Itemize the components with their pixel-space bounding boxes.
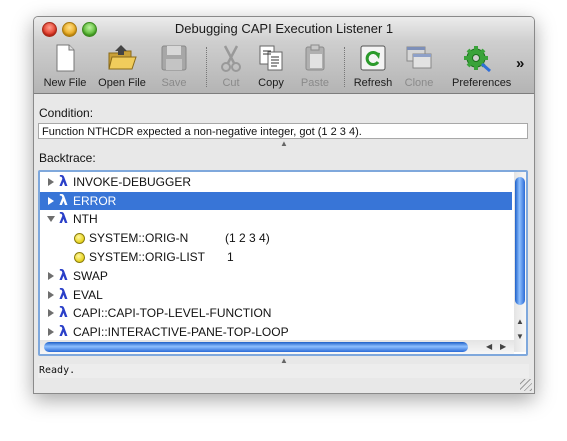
- scroll-up-arrow-icon[interactable]: ▲: [516, 317, 524, 326]
- vertical-scrollbar[interactable]: ▲ ▼: [514, 172, 526, 352]
- tree-row-frame[interactable]: λ INVOKE-DEBUGGER: [40, 173, 512, 191]
- backtrace-label: Backtrace:: [39, 151, 96, 165]
- lambda-icon: λ: [59, 268, 68, 284]
- frame-name: EVAL: [73, 288, 103, 302]
- titlebar: Debugging CAPI Execution Listener 1: [34, 17, 534, 41]
- disclosure-triangle-icon[interactable]: [48, 197, 54, 205]
- condition-field[interactable]: Function NTHCDR expected a non-negative …: [38, 123, 528, 139]
- frame-name: ERROR: [73, 194, 117, 208]
- toolbar-overflow-button[interactable]: »: [516, 55, 524, 72]
- frame-name: SWAP: [73, 269, 108, 283]
- tree-row-frame[interactable]: λ EVAL: [40, 286, 512, 304]
- disclosure-triangle-icon[interactable]: [48, 291, 54, 299]
- disclosure-triangle-icon[interactable]: [48, 328, 54, 336]
- backtrace-tree[interactable]: λ INVOKE-DEBUGGER λ ERROR λ NTH SYSTEM::…: [38, 170, 528, 356]
- copy-icon: [259, 45, 283, 71]
- frame-name: CAPI::INTERACTIVE-PANE-TOP-LOOP: [73, 325, 289, 339]
- lambda-icon: λ: [59, 287, 68, 303]
- save-label: Save: [161, 77, 187, 89]
- variable-value: (1 2 3 4): [225, 231, 270, 245]
- clone-window-icon: [406, 46, 432, 69]
- gear-icon: [464, 46, 491, 73]
- yellow-dot-icon: [74, 233, 85, 244]
- status-bar: Ready.: [38, 364, 529, 378]
- scroll-down-arrow-icon[interactable]: ▼: [516, 332, 524, 341]
- toolbar: New File Open File Save Cut Copy Paste R…: [34, 41, 534, 94]
- tree-row-frame[interactable]: λ CAPI::CAPI-TOP-LEVEL-FUNCTION: [40, 304, 512, 322]
- copy-label: Copy: [258, 77, 284, 89]
- variable-name: SYSTEM::ORIG-N: [89, 231, 189, 245]
- scissors-icon: [221, 45, 241, 72]
- lambda-icon: λ: [59, 193, 68, 209]
- refresh-label: Refresh: [353, 77, 393, 89]
- open-folder-icon: [108, 45, 137, 70]
- tree-row-frame[interactable]: λ NTH: [40, 210, 512, 228]
- preferences-label: Preferences: [452, 77, 512, 89]
- vertical-scroll-thumb[interactable]: [515, 177, 525, 305]
- window-title: Debugging CAPI Execution Listener 1: [174, 21, 394, 36]
- disclosure-triangle-icon[interactable]: [48, 309, 54, 317]
- lambda-icon: λ: [59, 211, 68, 227]
- splitter-handle[interactable]: ▲: [280, 139, 288, 148]
- frame-name: INVOKE-DEBUGGER: [73, 175, 192, 189]
- tree-row-variable[interactable]: SYSTEM::ORIG-LIST 1: [40, 248, 512, 266]
- variable-name: SYSTEM::ORIG-LIST: [89, 250, 206, 264]
- disclosure-triangle-icon[interactable]: [48, 272, 54, 280]
- paste-icon: [305, 44, 325, 71]
- scroll-right-arrow-icon[interactable]: ▶: [500, 342, 506, 351]
- paste-label: Paste: [300, 77, 330, 89]
- resize-grip-icon[interactable]: [520, 379, 532, 391]
- tree-row-frame-selected[interactable]: λ ERROR: [40, 192, 512, 210]
- frame-name: CAPI::CAPI-TOP-LEVEL-FUNCTION: [73, 306, 272, 320]
- lambda-icon: λ: [59, 324, 68, 340]
- debugger-window: Debugging CAPI Execution Listener 1 New …: [33, 16, 535, 394]
- floppy-disk-icon: [161, 45, 187, 71]
- clone-label: Clone: [404, 77, 434, 89]
- frame-name: NTH: [73, 212, 98, 226]
- scroll-left-arrow-icon[interactable]: ◀: [486, 342, 492, 351]
- variable-value: 1: [227, 250, 234, 264]
- horizontal-scrollbar[interactable]: ◀ ▶: [40, 340, 514, 354]
- condition-label: Condition:: [39, 106, 94, 120]
- disclosure-triangle-expanded-icon[interactable]: [47, 216, 55, 222]
- yellow-dot-icon: [74, 252, 85, 263]
- lambda-icon: λ: [59, 174, 68, 190]
- disclosure-triangle-icon[interactable]: [48, 178, 54, 186]
- tree-row-frame[interactable]: λ CAPI::INTERACTIVE-PANE-TOP-LOOP: [40, 323, 512, 341]
- new-file-icon: [56, 44, 75, 72]
- refresh-icon: [360, 45, 386, 71]
- horizontal-scroll-thumb[interactable]: [44, 342, 468, 352]
- tree-row-variable[interactable]: SYSTEM::ORIG-N (1 2 3 4): [40, 229, 512, 247]
- tree-row-frame[interactable]: λ SWAP: [40, 267, 512, 285]
- lambda-icon: λ: [59, 305, 68, 321]
- new-file-label: New File: [43, 77, 87, 89]
- toolbar-separator: [344, 47, 346, 87]
- open-file-label: Open File: [98, 77, 146, 89]
